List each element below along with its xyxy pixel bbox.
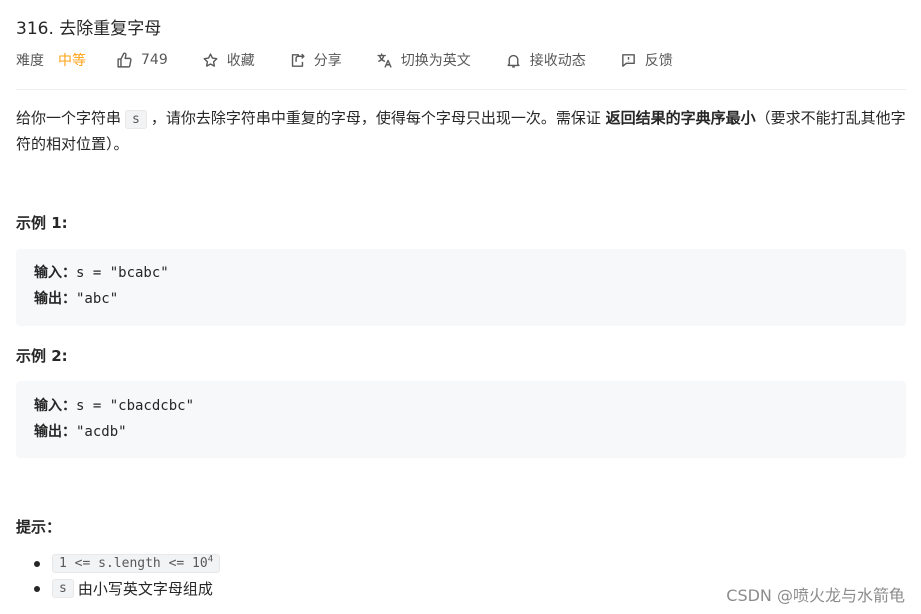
example-2-output-line: 输出："acdb" [34, 421, 127, 443]
inline-code: s [125, 110, 147, 129]
example-2-input-line: 输入：s = "cbacdcbc" [34, 395, 194, 417]
header-divider [16, 89, 906, 90]
bullet-icon [34, 585, 40, 592]
description-text: ，请你去除字符串中重复的字母，使得每个字母只出现一次。需保证 [150, 109, 601, 127]
watermark: CSDN @喷火龙与水箭龟 [726, 586, 905, 605]
share-label: 分享 [313, 53, 342, 69]
example-input: s = "bcabc" [76, 265, 169, 281]
example-2-title: 示例 2: [16, 347, 68, 365]
example-1-title: 示例 1: [16, 214, 68, 232]
problem-title: 316. 去除重复字母 [16, 19, 162, 39]
bullet-icon [34, 560, 40, 567]
output-label: 输出： [34, 291, 76, 307]
description-text: 给你一个字符串 [16, 109, 122, 127]
problem-meta-bar: 难度 中等 749 收藏 分享 切换为英文 接收动态 反馈 [16, 48, 707, 72]
favorite-button[interactable]: 收藏 [202, 50, 255, 70]
example-1-output-line: 输出："abc" [34, 288, 118, 310]
hints-list: 1 <= s.length <= 104 s 由小写英文字母组成 [16, 551, 224, 601]
hints-title: 提示： [16, 518, 62, 536]
feedback-button[interactable]: 反馈 [620, 50, 673, 70]
difficulty-label: 难度 [16, 53, 44, 69]
hint-text: 由小写英文字母组成 [77, 580, 213, 598]
translate-icon [377, 52, 392, 68]
feedback-icon [621, 53, 635, 67]
like-button[interactable]: 749 [116, 52, 168, 69]
example-output: "acdb" [76, 424, 127, 440]
example-1-input-line: 输入：s = "bcabc" [34, 262, 169, 284]
subscribe-button[interactable]: 接收动态 [505, 50, 586, 70]
difficulty-badge: 中等 [58, 53, 86, 69]
hint-exponent: 4 [207, 554, 214, 565]
switch-language-button[interactable]: 切换为英文 [376, 50, 471, 70]
example-2-box: 输入：s = "cbacdcbc" 输出："acdb" [16, 381, 906, 458]
share-button[interactable]: 分享 [289, 50, 342, 70]
example-input: s = "cbacdcbc" [76, 398, 195, 414]
share-icon [291, 53, 305, 67]
hint-code: 1 <= s.length <= 10 [59, 556, 208, 571]
switch-language-label: 切换为英文 [400, 53, 471, 69]
subscribe-label: 接收动态 [529, 53, 586, 69]
inline-code: s [52, 579, 74, 598]
star-icon [203, 52, 218, 67]
input-label: 输入： [34, 265, 76, 281]
list-item: 1 <= s.length <= 104 [16, 551, 224, 576]
bell-icon [507, 54, 520, 68]
inline-code: 1 <= s.length <= 104 [52, 554, 221, 573]
list-item: s 由小写英文字母组成 [16, 576, 224, 601]
output-label: 输出： [34, 424, 76, 440]
feedback-label: 反馈 [644, 53, 673, 69]
favorite-label: 收藏 [226, 53, 255, 69]
description-emphasis: 返回结果的字典序最小 [605, 109, 756, 127]
problem-description: 给你一个字符串 s ，请你去除字符串中重复的字母，使得每个字母只出现一次。需保证 返… [16, 106, 906, 157]
example-output: "abc" [76, 291, 119, 307]
like-count: 749 [141, 52, 168, 68]
thumbs-up-icon [117, 52, 132, 68]
example-1-box: 输入：s = "bcabc" 输出："abc" [16, 249, 906, 326]
input-label: 输入： [34, 398, 76, 414]
